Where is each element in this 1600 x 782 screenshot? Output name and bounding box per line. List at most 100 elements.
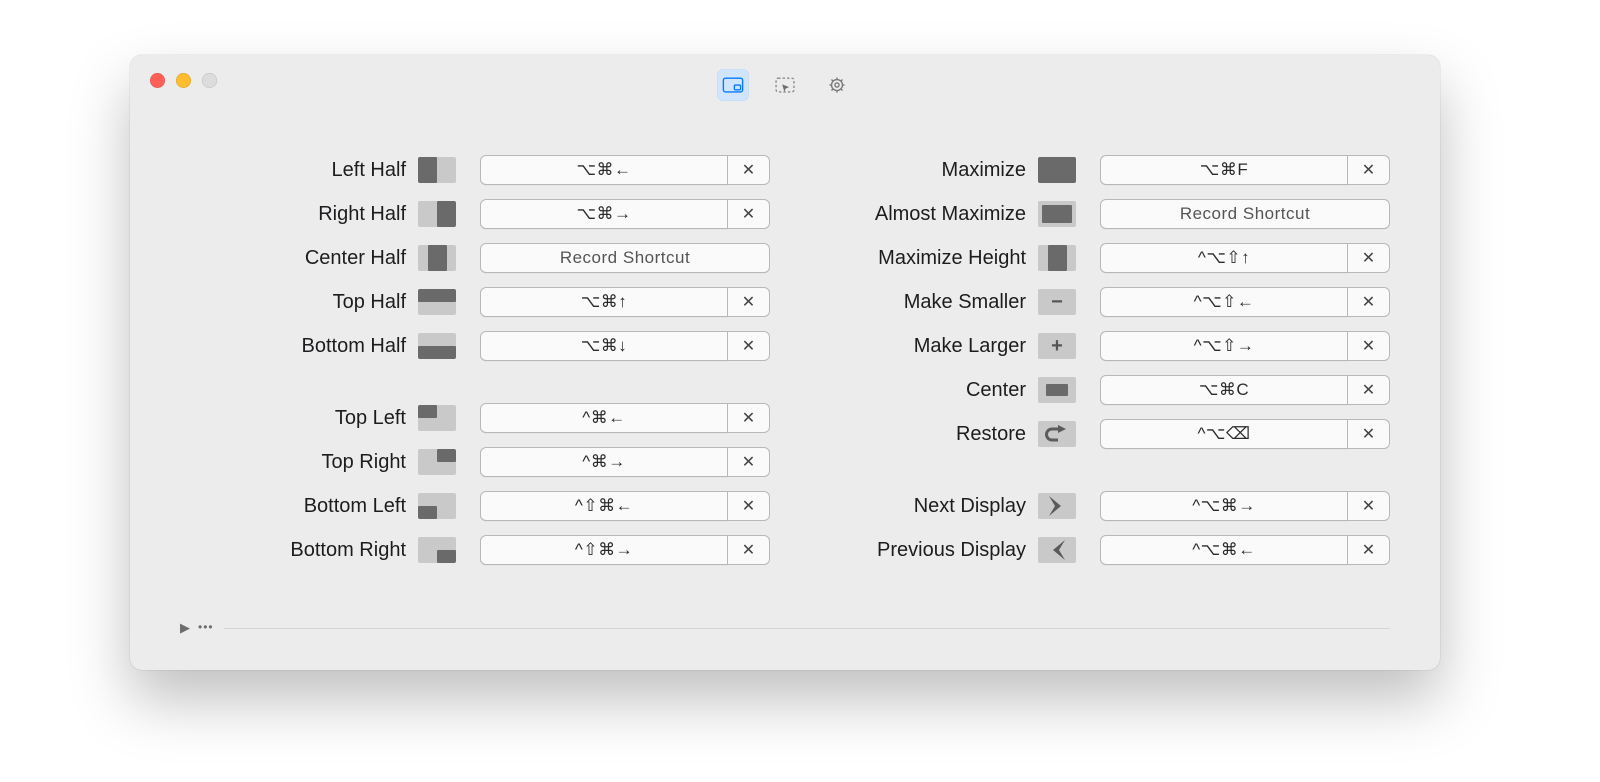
shortcut-recorder[interactable]: ^⇧⌘← xyxy=(480,491,728,521)
clear-shortcut-button[interactable]: ✕ xyxy=(728,535,770,565)
clear-shortcut-button[interactable]: ✕ xyxy=(728,331,770,361)
disclosure-toggle[interactable]: ▶ ••• xyxy=(180,620,214,636)
left-half-icon xyxy=(418,157,456,183)
clear-shortcut-button[interactable]: ✕ xyxy=(728,287,770,317)
row-almost-maximize: Almost Maximize Record Shortcut xyxy=(800,199,1390,229)
label-previous-display: Previous Display xyxy=(877,539,1026,562)
label-top-right: Top Right xyxy=(322,451,407,474)
zoom-button[interactable] xyxy=(202,73,217,88)
shortcut-field-maximize: ⌥⌘F ✕ xyxy=(1100,155,1390,185)
shortcut-recorder[interactable]: ⌥⌘C xyxy=(1100,375,1348,405)
clear-shortcut-button[interactable]: ✕ xyxy=(728,155,770,185)
shortcut-field-make-larger: ^⌥⇧→ ✕ xyxy=(1100,331,1390,361)
ellipsis-icon: ••• xyxy=(198,620,214,634)
minimize-button[interactable] xyxy=(176,73,191,88)
clear-shortcut-button[interactable]: ✕ xyxy=(728,491,770,521)
label-maximize: Maximize xyxy=(942,159,1026,182)
toolbar-tabs xyxy=(717,69,853,101)
chevron-left-icon xyxy=(1038,537,1076,563)
clear-shortcut-button[interactable]: ✕ xyxy=(728,199,770,229)
right-half-icon xyxy=(418,201,456,227)
shortcut-recorder[interactable]: ⌥⌘→ xyxy=(480,199,728,229)
minus-icon: − xyxy=(1038,289,1076,315)
chevron-right-icon xyxy=(1038,493,1076,519)
row-maximize-height: Maximize Height ^⌥⇧↑ ✕ xyxy=(800,243,1390,273)
clear-shortcut-button[interactable]: ✕ xyxy=(728,447,770,477)
shortcut-field-left-half: ⌥⌘← ✕ xyxy=(480,155,770,185)
shortcut-recorder[interactable]: ⌥⌘↓ xyxy=(480,331,728,361)
traffic-lights xyxy=(150,73,217,88)
shortcut-recorder[interactable]: ^⌥⌫ xyxy=(1100,419,1348,449)
disclosure-triangle-icon: ▶ xyxy=(180,620,190,636)
shortcut-field-top-half: ⌥⌘↑ ✕ xyxy=(480,287,770,317)
tab-settings[interactable] xyxy=(821,69,853,101)
shortcut-recorder[interactable]: ^⌥⌘→ xyxy=(1100,491,1348,521)
row-top-right: Top Right ^⌘→ ✕ xyxy=(180,447,770,477)
shortcut-field-bottom-left: ^⇧⌘← ✕ xyxy=(480,491,770,521)
quarters-group: Top Left ^⌘← ✕ Top Right ^⌘→ ✕ xyxy=(180,403,770,565)
shortcut-recorder[interactable]: Record Shortcut xyxy=(480,243,770,273)
clear-shortcut-button[interactable]: ✕ xyxy=(1348,491,1390,521)
clear-shortcut-button[interactable]: ✕ xyxy=(1348,331,1390,361)
label-bottom-right: Bottom Right xyxy=(290,539,406,562)
label-top-half: Top Half xyxy=(333,291,406,314)
shortcut-field-bottom-right: ^⇧⌘→ ✕ xyxy=(480,535,770,565)
shortcut-recorder[interactable]: ⌥⌘← xyxy=(480,155,728,185)
clear-shortcut-button[interactable]: ✕ xyxy=(1348,375,1390,405)
footer: ▶ ••• xyxy=(180,620,1390,636)
shortcut-recorder[interactable]: ^⌥⇧↑ xyxy=(1100,243,1348,273)
tab-shortcuts[interactable] xyxy=(717,69,749,101)
divider xyxy=(224,628,1390,629)
label-bottom-left: Bottom Left xyxy=(304,495,406,518)
clear-shortcut-button[interactable]: ✕ xyxy=(1348,419,1390,449)
label-next-display: Next Display xyxy=(914,495,1026,518)
label-right-half: Right Half xyxy=(318,203,406,226)
row-previous-display: Previous Display ^⌥⌘← ✕ xyxy=(800,535,1390,565)
dashed-window-cursor-icon xyxy=(774,75,796,95)
shortcut-field-center-half: Record Shortcut xyxy=(480,243,770,273)
clear-shortcut-button[interactable]: ✕ xyxy=(1348,287,1390,317)
shortcut-recorder[interactable]: ^⇧⌘→ xyxy=(480,535,728,565)
label-center-half: Center Half xyxy=(305,247,406,270)
content: Left Half ⌥⌘← ✕ Right Half ⌥⌘→ ✕ xyxy=(130,155,1440,620)
row-right-half: Right Half ⌥⌘→ ✕ xyxy=(180,199,770,229)
label-restore: Restore xyxy=(956,423,1026,446)
label-center: Center xyxy=(966,379,1026,402)
row-bottom-right: Bottom Right ^⇧⌘→ ✕ xyxy=(180,535,770,565)
top-left-icon xyxy=(418,405,456,431)
close-button[interactable] xyxy=(150,73,165,88)
display-group: Next Display ^⌥⌘→ ✕ Previous Display xyxy=(800,491,1390,565)
shortcut-recorder[interactable]: ⌥⌘↑ xyxy=(480,287,728,317)
label-make-larger: Make Larger xyxy=(914,335,1026,358)
tab-snap[interactable] xyxy=(769,69,801,101)
shortcut-recorder[interactable]: Record Shortcut xyxy=(1100,199,1390,229)
clear-shortcut-button[interactable]: ✕ xyxy=(1348,243,1390,273)
row-next-display: Next Display ^⌥⌘→ ✕ xyxy=(800,491,1390,521)
maximize-icon xyxy=(1038,157,1076,183)
label-bottom-half: Bottom Half xyxy=(302,335,406,358)
bottom-left-icon xyxy=(418,493,456,519)
shortcut-field-bottom-half: ⌥⌘↓ ✕ xyxy=(480,331,770,361)
clear-shortcut-button[interactable]: ✕ xyxy=(1348,535,1390,565)
shortcut-field-next-display: ^⌥⌘→ ✕ xyxy=(1100,491,1390,521)
center-half-icon xyxy=(418,245,456,271)
row-bottom-left: Bottom Left ^⇧⌘← ✕ xyxy=(180,491,770,521)
row-restore: Restore ^⌥⌫ ✕ xyxy=(800,419,1390,449)
shortcut-recorder[interactable]: ^⌥⌘← xyxy=(1100,535,1348,565)
shortcut-recorder[interactable]: ⌥⌘F xyxy=(1100,155,1348,185)
left-column: Left Half ⌥⌘← ✕ Right Half ⌥⌘→ ✕ xyxy=(180,155,770,620)
shortcut-recorder[interactable]: ^⌘→ xyxy=(480,447,728,477)
shortcut-recorder[interactable]: ^⌘← xyxy=(480,403,728,433)
shortcut-field-top-right: ^⌘→ ✕ xyxy=(480,447,770,477)
shortcut-field-restore: ^⌥⌫ ✕ xyxy=(1100,419,1390,449)
clear-shortcut-button[interactable]: ✕ xyxy=(1348,155,1390,185)
top-half-icon xyxy=(418,289,456,315)
preferences-window: Left Half ⌥⌘← ✕ Right Half ⌥⌘→ ✕ xyxy=(130,55,1440,670)
shortcut-recorder[interactable]: ^⌥⇧→ xyxy=(1100,331,1348,361)
restore-icon xyxy=(1038,421,1076,447)
gear-icon xyxy=(826,75,848,95)
clear-shortcut-button[interactable]: ✕ xyxy=(728,403,770,433)
shortcut-field-top-left: ^⌘← ✕ xyxy=(480,403,770,433)
shortcut-recorder[interactable]: ^⌥⇧← xyxy=(1100,287,1348,317)
titlebar xyxy=(130,55,1440,109)
